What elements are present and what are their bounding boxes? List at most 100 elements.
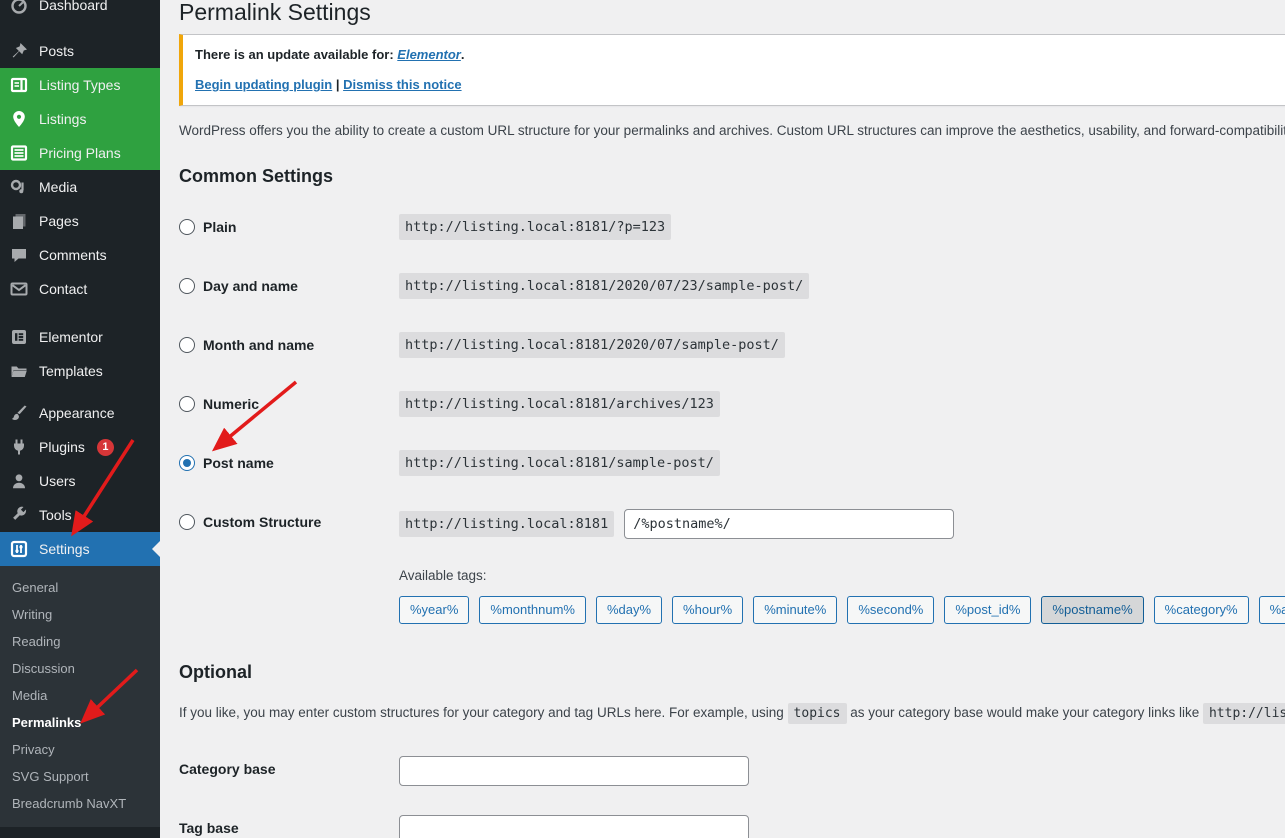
sidebar-item-tools[interactable]: Tools <box>0 498 160 532</box>
tag-button-day[interactable]: %day% <box>596 596 662 624</box>
sidebar-item-dashboard[interactable]: Dashboard <box>0 0 160 22</box>
sidebar-item-label: Users <box>39 473 76 489</box>
day-name-radio-label[interactable]: Day and name <box>179 278 399 294</box>
option-label: Plain <box>203 219 236 235</box>
notice-text: There is an update available for: <box>195 47 397 62</box>
sidebar-item-contact[interactable]: Contact <box>0 272 160 306</box>
sidebar-item-label: Settings <box>39 541 90 557</box>
available-tags-label: Available tags: <box>399 568 1285 583</box>
sidebar-item-users[interactable]: Users <box>0 464 160 498</box>
sidebar-item-settings[interactable]: Settings <box>0 532 160 566</box>
day-name-radio[interactable] <box>179 278 195 294</box>
sidebar-item-posts[interactable]: Posts <box>0 34 160 68</box>
submenu-item-general[interactable]: General <box>0 574 160 601</box>
tag-button-postname[interactable]: %postname% <box>1041 596 1143 624</box>
submenu-item-media[interactable]: Media <box>0 682 160 709</box>
brush-icon <box>9 403 29 423</box>
submenu-item-discussion[interactable]: Discussion <box>0 655 160 682</box>
post-name-url-example: http://listing.local:8181/sample-post/ <box>399 450 720 476</box>
option-label: Month and name <box>203 337 314 353</box>
numeric-radio-label[interactable]: Numeric <box>179 396 399 412</box>
permalink-option-custom-structure: Custom Structure http://listing.local:81… <box>179 509 1285 539</box>
sidebar-item-listing-types[interactable]: Listing Types <box>0 68 160 102</box>
submenu-item-svg-support[interactable]: SVG Support <box>0 763 160 790</box>
post-name-radio[interactable] <box>179 455 195 471</box>
dismiss-notice-link[interactable]: Dismiss this notice <box>343 77 461 92</box>
tag-button-minute[interactable]: %minute% <box>753 596 837 624</box>
permalink-option-post-name: Post name http://listing.local:8181/samp… <box>179 450 1285 480</box>
tag-button-hour[interactable]: %hour% <box>672 596 743 624</box>
pricing-list-icon <box>9 143 29 163</box>
permalink-option-month-name: Month and name http://listing.local:8181… <box>179 332 1285 362</box>
user-icon <box>9 471 29 491</box>
numeric-url-example: http://listing.local:8181/archives/123 <box>399 391 720 417</box>
notice-separator: | <box>336 77 340 92</box>
numeric-radio[interactable] <box>179 396 195 412</box>
permalink-option-day-name: Day and name http://listing.local:8181/2… <box>179 273 1285 303</box>
plain-radio[interactable] <box>179 219 195 235</box>
submenu-item-privacy[interactable]: Privacy <box>0 736 160 763</box>
submenu-item-permalinks[interactable]: Permalinks <box>0 709 160 736</box>
tag-button-post-id[interactable]: %post_id% <box>944 596 1031 624</box>
submenu-item-breadcrumb-navxt[interactable]: Breadcrumb NavXT <box>0 790 160 817</box>
option-label: Numeric <box>203 396 259 412</box>
plain-radio-label[interactable]: Plain <box>179 219 399 235</box>
begin-updating-plugin-link[interactable]: Begin updating plugin <box>195 77 332 92</box>
sidebar-item-comments[interactable]: Comments <box>0 238 160 272</box>
option-label: Day and name <box>203 278 298 294</box>
tag-button-category[interactable]: %category% <box>1154 596 1249 624</box>
category-base-input[interactable] <box>399 756 749 786</box>
notice-period: . <box>461 47 465 62</box>
permalink-option-plain: Plain http://listing.local:8181/?p=123 <box>179 214 1285 244</box>
tag-base-input[interactable] <box>399 815 749 838</box>
tag-button-year[interactable]: %year% <box>399 596 469 624</box>
sidebar-item-label: Contact <box>39 281 87 297</box>
sidebar-item-appearance[interactable]: Appearance <box>0 396 160 430</box>
plugins-update-badge: 1 <box>97 439 114 456</box>
sidebar-item-pricing-plans[interactable]: Pricing Plans <box>0 136 160 170</box>
submenu-item-reading[interactable]: Reading <box>0 628 160 655</box>
plain-url-example: http://listing.local:8181/?p=123 <box>399 214 671 240</box>
wrench-icon <box>9 505 29 525</box>
update-notice: There is an update available for: Elemen… <box>179 34 1285 106</box>
elementor-update-link[interactable]: Elementor <box>397 47 461 62</box>
tag-button-author[interactable]: %author% <box>1259 596 1285 624</box>
sidebar-item-label: Posts <box>39 43 74 59</box>
permalink-option-numeric: Numeric http://listing.local:8181/archiv… <box>179 391 1285 421</box>
sidebar-item-label: Templates <box>39 363 103 379</box>
month-name-radio[interactable] <box>179 337 195 353</box>
optional-paragraph: If you like, you may enter custom struct… <box>179 700 1285 726</box>
sidebar-item-pages[interactable]: Pages <box>0 204 160 238</box>
custom-structure-input[interactable] <box>624 509 954 539</box>
sidebar-item-elementor[interactable]: Elementor <box>0 320 160 354</box>
comment-bubble-icon <box>9 245 29 265</box>
topics-code-chip: topics <box>788 703 847 724</box>
settings-submenu: General Writing Reading Discussion Media… <box>0 566 160 827</box>
envelope-icon <box>9 279 29 299</box>
sidebar-item-label: Pricing Plans <box>39 145 121 161</box>
sliders-icon <box>9 539 29 559</box>
month-name-radio-label[interactable]: Month and name <box>179 337 399 353</box>
sidebar-item-plugins[interactable]: Plugins 1 <box>0 430 160 464</box>
available-tags-row: %year% %monthnum% %day% %hour% %minute% … <box>399 596 1285 624</box>
option-label: Post name <box>203 455 274 471</box>
tag-button-monthnum[interactable]: %monthnum% <box>479 596 586 624</box>
sidebar-item-media[interactable]: Media <box>0 170 160 204</box>
optional-text-1: If you like, you may enter custom struct… <box>179 705 784 720</box>
sidebar-item-label: Listing Types <box>39 77 120 93</box>
tag-base-label: Tag base <box>179 815 399 836</box>
tag-button-second[interactable]: %second% <box>847 596 934 624</box>
month-name-url-example: http://listing.local:8181/2020/07/sample… <box>399 332 785 358</box>
custom-structure-radio[interactable] <box>179 514 195 530</box>
plug-icon <box>9 437 29 457</box>
category-url-code-chip: http://listing.l <box>1203 703 1285 724</box>
day-name-url-example: http://listing.local:8181/2020/07/23/sam… <box>399 273 809 299</box>
sidebar-item-listings[interactable]: Listings <box>0 102 160 136</box>
post-name-radio-label[interactable]: Post name <box>179 455 399 471</box>
sidebar-item-templates[interactable]: Templates <box>0 354 160 388</box>
pages-icon <box>9 211 29 231</box>
custom-structure-radio-label[interactable]: Custom Structure <box>179 514 399 530</box>
media-icon <box>9 177 29 197</box>
notice-line2: Begin updating plugin | Dismiss this not… <box>195 76 1285 94</box>
submenu-item-writing[interactable]: Writing <box>0 601 160 628</box>
